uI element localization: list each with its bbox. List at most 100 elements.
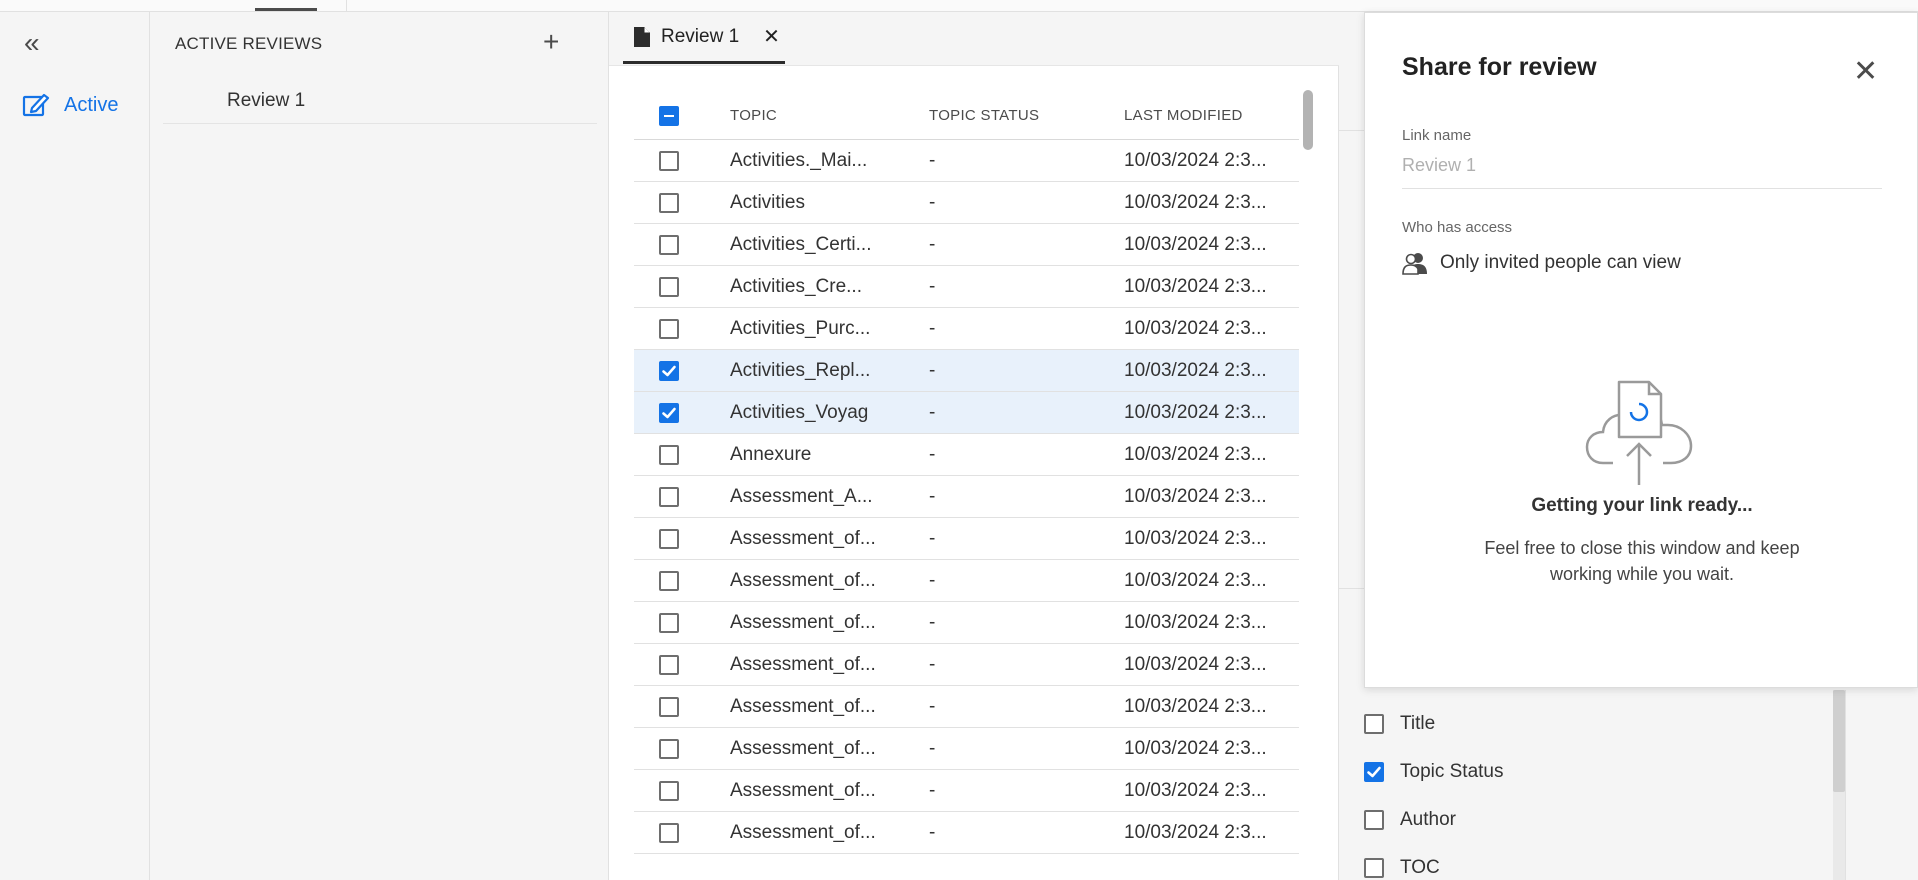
column-option-checkbox[interactable] bbox=[1364, 810, 1384, 830]
last-modified-cell: 10/03/2024 2:3... bbox=[1124, 821, 1267, 843]
column-option[interactable]: Title bbox=[1364, 700, 1504, 748]
row-checkbox[interactable] bbox=[659, 696, 679, 717]
topic-cell: Assessment_A... bbox=[730, 485, 873, 507]
close-tab-icon[interactable]: ✕ bbox=[763, 24, 780, 49]
checkmark-icon bbox=[662, 407, 676, 418]
last-modified-cell: 10/03/2024 2:3... bbox=[1124, 695, 1267, 717]
last-modified-cell: 10/03/2024 2:3... bbox=[1124, 401, 1267, 423]
add-review-icon[interactable]: + bbox=[543, 28, 559, 56]
table-row[interactable]: Activities_Purc... - 10/03/2024 2:3... bbox=[634, 308, 1299, 350]
column-option-label: Author bbox=[1400, 809, 1456, 830]
top-tab-indicator bbox=[255, 8, 317, 11]
select-all-checkbox[interactable] bbox=[659, 105, 679, 126]
column-options-list: Title Topic Status Author TOC bbox=[1364, 700, 1504, 880]
link-ready-message: Feel free to close this window and keep … bbox=[1484, 538, 1800, 584]
last-modified-cell: 10/03/2024 2:3... bbox=[1124, 569, 1267, 591]
row-checkbox[interactable] bbox=[659, 192, 679, 213]
last-modified-cell: 10/03/2024 2:3... bbox=[1124, 737, 1267, 759]
last-modified-cell: 10/03/2024 2:3... bbox=[1124, 779, 1267, 801]
column-option-checkbox[interactable] bbox=[1364, 714, 1384, 734]
column-header-topic-status[interactable]: TOPIC STATUS bbox=[899, 107, 1094, 124]
checkmark-icon bbox=[662, 365, 676, 376]
topic-cell: Assessment_of... bbox=[730, 653, 876, 675]
last-modified-cell: 10/03/2024 2:3... bbox=[1124, 317, 1267, 339]
row-checkbox[interactable] bbox=[659, 276, 679, 297]
topic-cell: Assessment_of... bbox=[730, 737, 876, 759]
column-option-label: Topic Status bbox=[1400, 761, 1504, 782]
share-for-review-panel: Share for review ✕ Link name Review 1 Wh… bbox=[1364, 12, 1918, 688]
row-checkbox[interactable] bbox=[659, 150, 679, 171]
collapse-sidebar-icon[interactable]: « bbox=[24, 29, 54, 60]
row-checkbox[interactable] bbox=[659, 528, 679, 549]
reviews-panel: ACTIVE REVIEWS + Review 1 bbox=[151, 12, 609, 880]
table-row[interactable]: Annexure - 10/03/2024 2:3... bbox=[634, 434, 1299, 476]
row-checkbox[interactable] bbox=[659, 360, 679, 381]
last-modified-cell: 10/03/2024 2:3... bbox=[1124, 653, 1267, 675]
row-checkbox[interactable] bbox=[659, 612, 679, 633]
main-content: Review 1 ✕ TOPIC TOPIC STATUS LAST MODIF… bbox=[609, 12, 1339, 880]
row-checkbox[interactable] bbox=[659, 654, 679, 675]
topic-cell: Assessment_of... bbox=[730, 527, 876, 549]
table-row[interactable]: Activities_Repl... - 10/03/2024 2:3... bbox=[634, 350, 1299, 392]
table-row[interactable]: Assessment_of... - 10/03/2024 2:3... bbox=[634, 602, 1299, 644]
table-row[interactable]: Activities._Mai... - 10/03/2024 2:3... bbox=[634, 140, 1299, 182]
column-option[interactable]: Topic Status bbox=[1364, 748, 1504, 796]
row-checkbox[interactable] bbox=[659, 780, 679, 801]
row-checkbox[interactable] bbox=[659, 570, 679, 591]
topic-status-cell: - bbox=[929, 569, 936, 591]
topic-status-cell: - bbox=[929, 401, 936, 423]
topic-status-cell: - bbox=[929, 779, 936, 801]
topic-status-cell: - bbox=[929, 737, 936, 759]
column-option[interactable]: Author bbox=[1364, 796, 1504, 844]
table-row[interactable]: Assessment_of... - 10/03/2024 2:3... bbox=[634, 560, 1299, 602]
topic-cell: Activities._Mai... bbox=[730, 149, 868, 171]
options-scrollbar[interactable] bbox=[1833, 690, 1845, 792]
row-checkbox[interactable] bbox=[659, 234, 679, 255]
column-header-topic[interactable]: TOPIC bbox=[704, 107, 899, 124]
last-modified-cell: 10/03/2024 2:3... bbox=[1124, 233, 1267, 255]
topic-cell: Annexure bbox=[730, 443, 812, 465]
column-option[interactable]: TOC bbox=[1364, 844, 1504, 880]
table-row[interactable]: Assessment_of... - 10/03/2024 2:3... bbox=[634, 728, 1299, 770]
table-row[interactable]: Activities - 10/03/2024 2:3... bbox=[634, 182, 1299, 224]
link-name-field[interactable]: Review 1 bbox=[1402, 155, 1882, 189]
table-row[interactable]: Assessment_of... - 10/03/2024 2:3... bbox=[634, 812, 1299, 854]
close-panel-icon[interactable]: ✕ bbox=[1853, 57, 1878, 87]
topic-cell: Activities_Repl... bbox=[730, 359, 871, 381]
table-row[interactable]: Assessment_of... - 10/03/2024 2:3... bbox=[634, 518, 1299, 560]
row-checkbox[interactable] bbox=[659, 738, 679, 759]
share-panel-title: Share for review bbox=[1402, 53, 1597, 81]
table-row[interactable]: Activities_Cre... - 10/03/2024 2:3... bbox=[634, 266, 1299, 308]
link-ready-title: Getting your link ready... bbox=[1531, 495, 1753, 516]
row-checkbox[interactable] bbox=[659, 402, 679, 423]
topic-status-cell: - bbox=[929, 527, 936, 549]
topic-cell: Activities bbox=[730, 191, 805, 213]
document-tabbar: Review 1 ✕ bbox=[609, 12, 1339, 66]
table-row[interactable]: Assessment_of... - 10/03/2024 2:3... bbox=[634, 644, 1299, 686]
table-scrollbar[interactable] bbox=[1303, 90, 1313, 150]
column-header-last-modified[interactable]: LAST MODIFIED bbox=[1094, 107, 1299, 124]
table-row[interactable]: Activities_Voyag - 10/03/2024 2:3... bbox=[634, 392, 1299, 434]
column-option-checkbox[interactable] bbox=[1364, 762, 1384, 782]
review-list-item[interactable]: Review 1 bbox=[163, 86, 597, 124]
table-row[interactable]: Activities_Certi... - 10/03/2024 2:3... bbox=[634, 224, 1299, 266]
table-row[interactable]: Assessment_A... - 10/03/2024 2:3... bbox=[634, 476, 1299, 518]
tab-review-1[interactable]: Review 1 ✕ bbox=[623, 12, 785, 64]
top-strip bbox=[0, 0, 1918, 12]
checkmark-icon bbox=[1367, 766, 1381, 778]
topic-status-cell: - bbox=[929, 275, 936, 297]
topic-cell: Activities_Purc... bbox=[730, 317, 871, 339]
row-checkbox[interactable] bbox=[659, 486, 679, 507]
topic-cell: Activities_Cre... bbox=[730, 275, 862, 297]
row-checkbox[interactable] bbox=[659, 444, 679, 465]
row-checkbox[interactable] bbox=[659, 318, 679, 339]
last-modified-cell: 10/03/2024 2:3... bbox=[1124, 527, 1267, 549]
people-icon bbox=[1402, 253, 1427, 275]
rail-item-active[interactable]: Active bbox=[22, 92, 118, 118]
topic-cell: Assessment_of... bbox=[730, 611, 876, 633]
table-row[interactable]: Assessment_of... - 10/03/2024 2:3... bbox=[634, 686, 1299, 728]
table-row[interactable]: Assessment_of... - 10/03/2024 2:3... bbox=[634, 770, 1299, 812]
column-option-checkbox[interactable] bbox=[1364, 858, 1384, 878]
row-checkbox[interactable] bbox=[659, 822, 679, 843]
topic-status-cell: - bbox=[929, 359, 936, 381]
